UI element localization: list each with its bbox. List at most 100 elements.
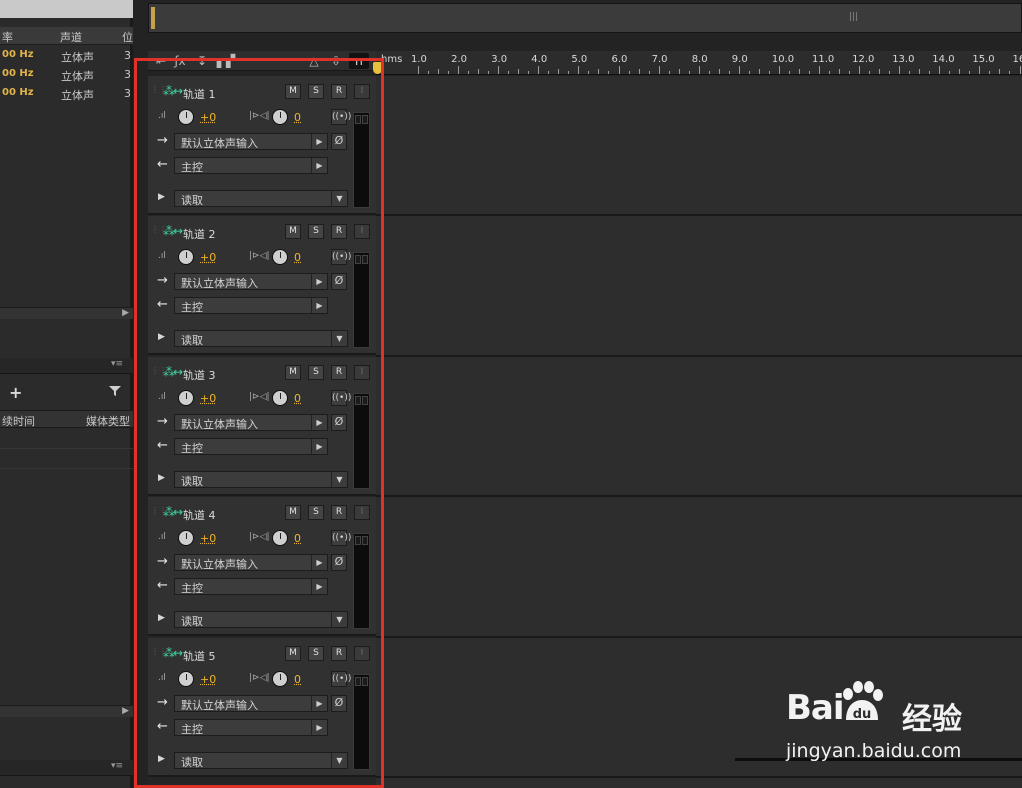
phase-invert-icon[interactable]: Ø	[331, 554, 347, 571]
pan-value[interactable]: 0	[294, 673, 301, 686]
mute-button[interactable]: M	[285, 224, 301, 239]
stereo-mono-icon[interactable]: ((•))	[331, 249, 351, 265]
column-header-channels[interactable]: 声道	[60, 29, 82, 45]
mute-button[interactable]: M	[285, 505, 301, 520]
file-row[interactable]: 00 Hz 立体声 3	[0, 85, 133, 104]
output-select[interactable]: 主控 ▶	[174, 438, 328, 455]
output-select[interactable]: 主控 ▶	[174, 297, 328, 314]
file-row[interactable]: 00 Hz 立体声 3	[0, 47, 133, 66]
phase-invert-icon[interactable]: Ø	[331, 414, 347, 431]
phase-invert-icon[interactable]: Ø	[331, 695, 347, 712]
pan-value[interactable]: 0	[294, 111, 301, 124]
solo-button[interactable]: S	[308, 365, 324, 380]
input-select[interactable]: 默认立体声输入 ▶	[174, 695, 328, 712]
pan-value[interactable]: 0	[294, 532, 301, 545]
track-name[interactable]: 轨道 2	[183, 226, 216, 242]
mute-button[interactable]: M	[285, 365, 301, 380]
input-monitor-button[interactable]: I	[354, 84, 370, 99]
stereo-mono-icon[interactable]: ((•))	[331, 530, 351, 546]
eq-tool-icon[interactable]: ▖▞	[216, 53, 236, 69]
phase-invert-icon[interactable]: Ø	[331, 133, 347, 150]
automation-mode-select[interactable]: 读取 ▼	[174, 330, 348, 347]
automation-mode-select[interactable]: 读取 ▼	[174, 471, 348, 488]
volume-value[interactable]: +0	[200, 251, 216, 264]
volume-value[interactable]: +0	[200, 673, 216, 686]
filter-icon[interactable]	[108, 385, 122, 397]
record-arm-button[interactable]: R	[331, 84, 347, 99]
file-row[interactable]: 00 Hz 立体声 3	[0, 66, 133, 85]
scroll-right-icon[interactable]: ▶	[122, 308, 129, 318]
mute-button[interactable]: M	[285, 646, 301, 661]
volume-value[interactable]: +0	[200, 532, 216, 545]
panel-menu-icon[interactable]: ▾≡	[111, 359, 123, 369]
solo-button[interactable]: S	[308, 84, 324, 99]
record-arm-button[interactable]: R	[331, 646, 347, 661]
input-monitor-icon[interactable]: ⇩	[328, 53, 344, 69]
solo-button[interactable]: S	[308, 505, 324, 520]
mute-button[interactable]: M	[285, 84, 301, 99]
record-arm-button[interactable]: R	[331, 365, 347, 380]
metronome-icon[interactable]: △	[306, 53, 322, 69]
solo-button[interactable]: S	[308, 224, 324, 239]
automation-mode-select[interactable]: 读取 ▼	[174, 611, 348, 628]
pan-knob[interactable]	[272, 249, 288, 265]
playhead-marker-icon[interactable]	[373, 62, 382, 74]
headphones-icon[interactable]: ∩	[349, 53, 369, 69]
stereo-mono-icon[interactable]: ((•))	[331, 671, 351, 687]
output-select[interactable]: 主控 ▶	[174, 157, 328, 174]
output-select[interactable]: 主控 ▶	[174, 719, 328, 736]
solo-button[interactable]: S	[308, 646, 324, 661]
automation-mode-select[interactable]: 读取 ▼	[174, 190, 348, 207]
panel-menu-icon[interactable]: ▾≡	[111, 761, 123, 771]
input-monitor-button[interactable]: I	[354, 646, 370, 661]
record-arm-button[interactable]: R	[331, 224, 347, 239]
column-header-sample-rate[interactable]: 率	[2, 29, 13, 45]
pan-value[interactable]: 0	[294, 392, 301, 405]
stereo-mono-icon[interactable]: ((•))	[331, 390, 351, 406]
expand-automation-icon[interactable]: ▶	[158, 754, 165, 764]
track-name[interactable]: 轨道 3	[183, 367, 216, 383]
column-header-duration[interactable]: 续时间	[2, 413, 35, 429]
input-monitor-button[interactable]: I	[354, 505, 370, 520]
volume-knob[interactable]	[178, 109, 194, 125]
input-select[interactable]: 默认立体声输入 ▶	[174, 133, 328, 150]
output-select[interactable]: 主控 ▶	[174, 578, 328, 595]
expand-automation-icon[interactable]: ▶	[158, 332, 165, 342]
session-overview-bar[interactable]: |||	[148, 3, 1022, 33]
pan-knob[interactable]	[272, 671, 288, 687]
record-arm-button[interactable]: R	[331, 505, 347, 520]
pan-knob[interactable]	[272, 390, 288, 406]
pan-knob[interactable]	[272, 530, 288, 546]
scroll-right-icon[interactable]: ▶	[122, 706, 129, 716]
stereo-mono-icon[interactable]: ((•))	[331, 109, 351, 125]
expand-automation-icon[interactable]: ▶	[158, 192, 165, 202]
track-name[interactable]: 轨道 1	[183, 86, 216, 102]
overview-grip[interactable]: |||	[849, 12, 858, 22]
overview-left-handle[interactable]	[151, 7, 155, 29]
volume-knob[interactable]	[178, 390, 194, 406]
time-ruler[interactable]: hms 1.0 2.0 3.0 4.0 5.0 6.0 7.0 8.0 9.0 10.0 11.0 1…	[376, 51, 1022, 75]
phase-invert-icon[interactable]: Ø	[331, 273, 347, 290]
input-monitor-button[interactable]: I	[354, 224, 370, 239]
automation-mode-select[interactable]: 读取 ▼	[174, 752, 348, 769]
move-tool-icon[interactable]: ⇤	[152, 53, 170, 69]
timeline-lanes[interactable]	[376, 76, 1022, 788]
volume-value[interactable]: +0	[200, 392, 216, 405]
sends-tool-icon[interactable]: ↧	[194, 53, 210, 69]
volume-knob[interactable]	[178, 530, 194, 546]
column-header-media-type[interactable]: 媒体类型	[86, 413, 130, 429]
volume-value[interactable]: +0	[200, 111, 216, 124]
volume-knob[interactable]	[178, 249, 194, 265]
input-monitor-button[interactable]: I	[354, 365, 370, 380]
track-name[interactable]: 轨道 4	[183, 507, 216, 523]
files-horizontal-scrollbar[interactable]: ▶	[0, 307, 133, 319]
volume-knob[interactable]	[178, 671, 194, 687]
input-select[interactable]: 默认立体声输入 ▶	[174, 414, 328, 431]
track-name[interactable]: 轨道 5	[183, 648, 216, 664]
input-select[interactable]: 默认立体声输入 ▶	[174, 554, 328, 571]
media-horizontal-scrollbar[interactable]: ▶	[0, 705, 133, 717]
column-header-bits[interactable]: 位	[122, 29, 133, 45]
expand-automation-icon[interactable]: ▶	[158, 473, 165, 483]
pan-value[interactable]: 0	[294, 251, 301, 264]
plus-icon[interactable]: +	[9, 383, 22, 402]
